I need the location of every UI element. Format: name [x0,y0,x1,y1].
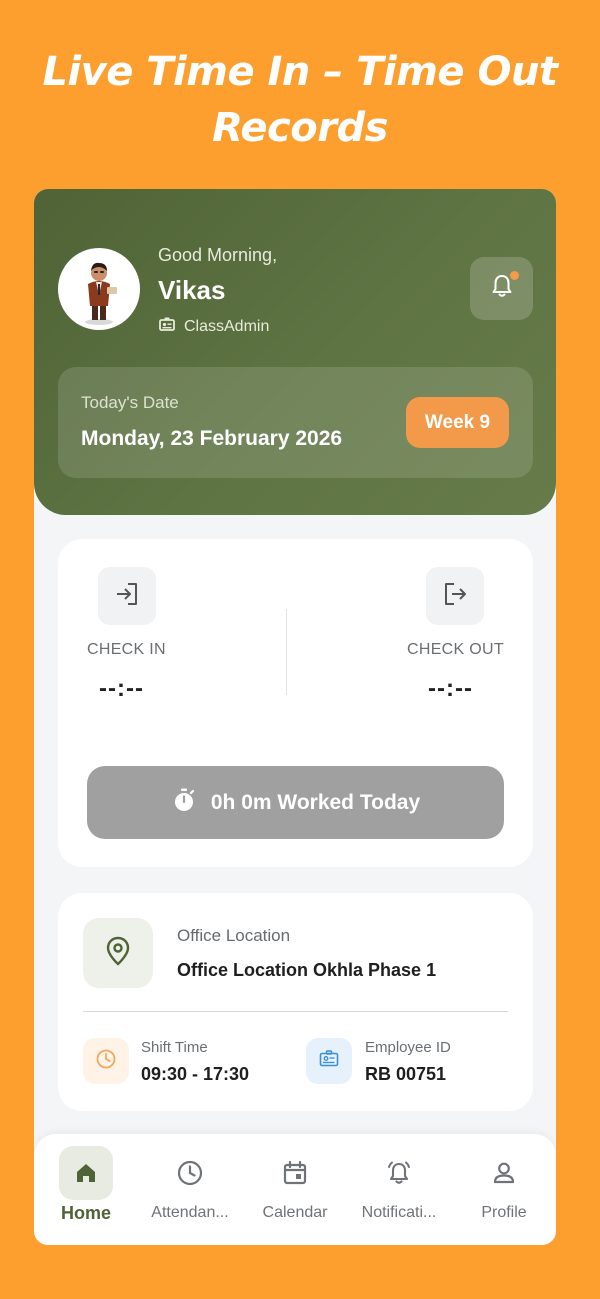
person-icon [477,1146,531,1200]
app-screen: Good Morning, Vikas ClassAdmin Today's D… [34,189,556,1245]
notifications-button[interactable] [470,257,533,320]
check-out-label: CHECK OUT [407,641,504,658]
week-badge: Week 9 [406,397,509,448]
clock-icon [95,1048,117,1075]
login-icon [112,579,142,614]
logout-icon [440,579,470,614]
office-location-label: Office Location [177,926,291,945]
greeting-text: Good Morning, [158,245,278,265]
nav-home[interactable]: Home [34,1146,138,1236]
office-info-card: Office Location Office Location Okhla Ph… [58,893,533,1111]
id-card-icon [318,1048,340,1075]
office-location-value: Office Location Okhla Phase 1 [177,960,437,980]
nav-profile-label: Profile [481,1204,527,1221]
header-panel: Good Morning, Vikas ClassAdmin Today's D… [34,189,556,515]
divider [286,609,287,695]
nav-notifications[interactable]: Notificati... [347,1146,451,1236]
employee-id-value: RB 00751 [365,1064,447,1084]
nav-home-label: Home [60,1203,111,1223]
shift-time-value: 09:30 - 17:30 [141,1064,250,1084]
check-in-label: CHECK IN [87,641,166,658]
check-in-time: --:-- [99,675,144,702]
employee-icon-box [306,1038,352,1084]
avatar[interactable] [58,248,140,330]
employee-id-label: Employee ID [365,1039,451,1056]
date-label: Today's Date [81,393,179,412]
date-card: Today's Date Monday, 23 February 2026 We… [58,367,533,478]
location-pin-icon [105,936,131,971]
worked-today-button[interactable]: 0h 0m Worked Today [87,766,504,839]
nav-notifications-label: Notificati... [361,1204,437,1221]
attendance-card: CHECK IN --:-- CHECK OUT --:-- 0h 0m Wor… [58,539,533,867]
badge-icon [158,315,176,338]
user-name: Vikas [158,275,226,305]
check-out-time: --:-- [428,675,473,702]
nav-calendar[interactable]: Calendar [243,1146,347,1236]
nav-profile[interactable]: Profile [452,1146,556,1236]
notification-dot [510,271,519,280]
check-in-button[interactable] [98,567,156,625]
role-row: ClassAdmin [158,315,269,338]
calendar-icon [268,1146,322,1200]
bell-icon [372,1146,426,1200]
divider [83,1011,508,1012]
stopwatch-icon [171,787,197,818]
nav-calendar-label: Calendar [262,1204,328,1221]
promo-title: Live Time In – Time Out Records [42,49,558,151]
clock-icon [163,1146,217,1200]
bottom-navigation: Home Attendan... Calendar Notificati... … [34,1134,556,1245]
location-icon-box [83,918,153,988]
avatar-illustration [61,251,137,327]
home-icon [59,1146,113,1200]
nav-attendance-label: Attendan... [151,1204,229,1221]
role-text: ClassAdmin [184,317,270,335]
shift-time-label: Shift Time [141,1039,208,1056]
shift-icon-box [83,1038,129,1084]
date-value: Monday, 23 February 2026 [81,427,343,450]
worked-today-text: 0h 0m Worked Today [210,790,421,814]
nav-attendance[interactable]: Attendan... [138,1146,242,1236]
check-out-button[interactable] [426,567,484,625]
